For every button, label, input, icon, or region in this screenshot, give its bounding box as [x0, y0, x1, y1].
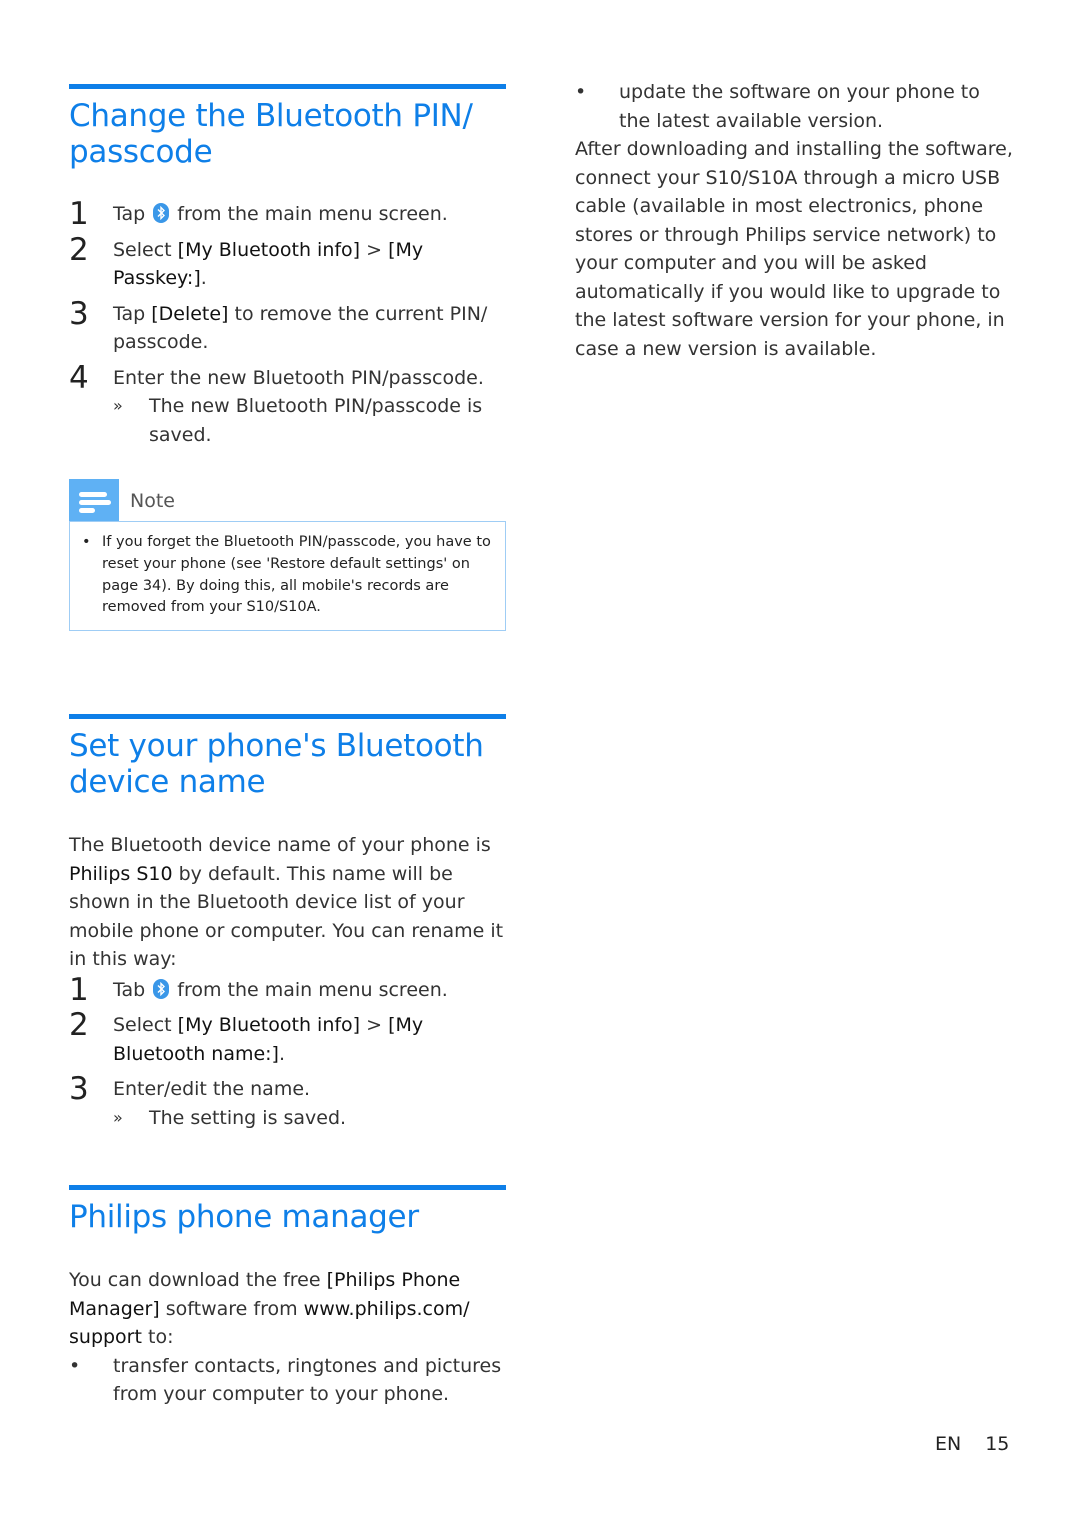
device-name: Philips S10	[69, 862, 173, 885]
step-item: 1 Tab from the main menu screen.	[69, 971, 448, 1008]
language-code: EN	[935, 1433, 962, 1455]
step-number: 1	[69, 196, 89, 232]
step-item: 3 Enter/edit the name. » The setting is …	[69, 1071, 506, 1133]
step-item: 3 Tap [Delete] to remove the current PIN…	[69, 295, 488, 354]
section-phone-manager-continued: • update the software on your phone to t…	[575, 78, 1015, 363]
section-title: Philips phone manager	[69, 1199, 419, 1235]
step-number: 4	[69, 359, 89, 396]
note-icon	[69, 479, 119, 521]
step-number: 3	[69, 1071, 89, 1107]
step-number: 2	[69, 231, 89, 268]
section-change-pin: Change the Bluetooth PIN/ passcode 1 Tap…	[69, 84, 506, 632]
step-item: 2 Select [My Bluetooth info] > [My Passk…	[69, 231, 424, 290]
result-marker: »	[113, 396, 123, 415]
step-result: » The setting is saved.	[113, 1104, 506, 1133]
section-intro: The Bluetooth device name of your phone …	[69, 834, 504, 970]
note-box: Note • If you forget the Bluetooth PIN/p…	[69, 479, 506, 632]
closing-paragraph: After downloading and installing the sof…	[575, 138, 1013, 360]
section-rule	[69, 714, 506, 719]
step-list: 1 Tap from the main menu screen. 2 Selec…	[69, 196, 506, 450]
section-device-name: Set your phone's Bluetooth device name T…	[69, 714, 506, 1139]
bluetooth-icon	[153, 203, 170, 223]
step-item: 4 Enter the new Bluetooth PIN/passcode. …	[69, 360, 506, 450]
section-rule	[69, 84, 506, 89]
bullet-item: • update the software on your phone to t…	[575, 78, 1015, 135]
menu-path: [My Bluetooth info]	[177, 1014, 361, 1036]
step-number: 2	[69, 1007, 89, 1043]
section-title: Set your phone's Bluetooth device name	[69, 728, 484, 800]
step-item: 1 Tap from the main menu screen.	[69, 196, 448, 232]
section-rule	[69, 1185, 506, 1190]
step-number: 1	[69, 971, 89, 1008]
section-intro: You can download the free [Philips Phone…	[69, 1269, 470, 1348]
step-result: » The new Bluetooth PIN/passcode is save…	[113, 392, 506, 449]
page-number: 15	[985, 1433, 1010, 1455]
bullet-item: • transfer contacts, ringtones and pictu…	[69, 1352, 506, 1409]
bullet-icon: •	[575, 81, 587, 103]
note-label: Note	[130, 490, 175, 512]
step-number: 3	[69, 295, 89, 332]
bullet-icon: •	[82, 534, 91, 550]
bluetooth-icon	[153, 978, 170, 999]
section-phone-manager: Philips phone manager You can download t…	[69, 1185, 506, 1409]
page-footer: EN 15	[935, 1433, 1009, 1455]
result-marker: »	[113, 1107, 123, 1127]
note-item: • If you forget the Bluetooth PIN/passco…	[82, 534, 491, 616]
step-list: 1 Tab from the main menu screen. 2 Selec…	[69, 971, 506, 1133]
menu-path: [Delete]	[151, 302, 229, 325]
section-title: Change the Bluetooth PIN/ passcode	[69, 98, 473, 170]
bullet-icon: •	[69, 1354, 81, 1377]
step-item: 2 Select [My Bluetooth info] > [My Bluet…	[69, 1007, 424, 1065]
menu-path: [My Bluetooth info]	[177, 238, 361, 261]
